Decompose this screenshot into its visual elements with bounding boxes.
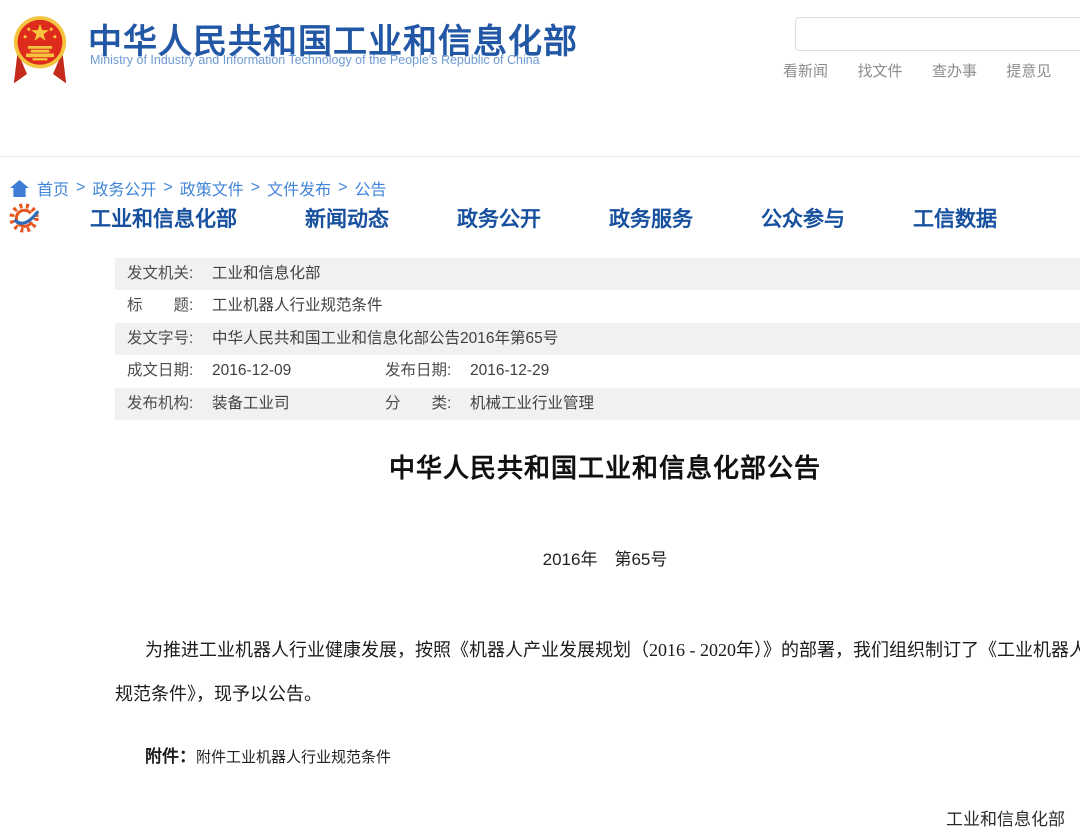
paragraph-line: 规范条件》，现予以公告。 <box>115 672 1080 716</box>
breadcrumb-separator: > <box>338 179 347 197</box>
meta-value-issuing-agency: 工业和信息化部 <box>212 265 321 282</box>
search-input[interactable] <box>795 17 1080 51</box>
table-row: 成文日期:2016-12-09 发布日期:2016-12-29 <box>115 355 1080 387</box>
meta-value-title: 工业机器人行业规范条件 <box>212 297 383 314</box>
table-row: 发文机关:工业和信息化部 <box>115 258 1080 290</box>
breadcrumb-release[interactable]: 文件发布 <box>267 176 331 200</box>
main-nav: 工业和信息化部 新闻动态 政务公开 政务服务 公众参与 工信数据 <box>0 95 1080 157</box>
nav-item-services[interactable]: 政务服务 <box>609 203 693 233</box>
document-number: 2016年 第65号 <box>115 545 1080 570</box>
quick-link-documents[interactable]: 找文件 <box>857 60 902 81</box>
meta-label-written-date: 成文日期: <box>127 355 212 387</box>
breadcrumb-notice[interactable]: 公告 <box>354 176 386 200</box>
table-row: 标 题:工业机器人行业规范条件 <box>115 290 1080 322</box>
document-meta-table: 发文机关:工业和信息化部 标 题:工业机器人行业规范条件 发文字号:中华人民共和… <box>115 258 1080 420</box>
document-content: 中华人民共和国工业和信息化部公告 2016年 第65号 为推进工业机器人行业健康… <box>115 440 1080 835</box>
nav-item-data[interactable]: 工信数据 <box>913 203 997 233</box>
meta-label-doc-number: 发文字号: <box>127 323 212 355</box>
meta-label-publish-date: 发布日期: <box>385 355 470 387</box>
meta-col2: 分 类:机械工业行业管理 <box>385 388 594 420</box>
meta-value-doc-number: 中华人民共和国工业和信息化部公告2016年第65号 <box>212 330 558 347</box>
meta-value-publisher: 装备工业司 <box>212 395 290 412</box>
paragraph-line: 为推进工业机器人行业健康发展，按照《机器人产业发展规划（2016 - 2020年… <box>115 628 1080 672</box>
nav-item-public[interactable]: 公众参与 <box>761 203 845 233</box>
nav-item-miit[interactable]: 工业和信息化部 <box>90 203 237 233</box>
page-title: 中华人民共和国工业和信息化部公告 <box>115 448 1080 485</box>
site-subtitle: Ministry of Industry and Information Tec… <box>90 53 540 67</box>
quick-link-news[interactable]: 看新闻 <box>783 60 828 81</box>
nav-items: 工业和信息化部 新闻动态 政务公开 政务服务 公众参与 工信数据 <box>90 203 997 233</box>
home-icon[interactable] <box>10 180 29 197</box>
meta-label-publisher: 发布机构: <box>127 388 212 420</box>
meta-col2: 发布日期:2016-12-29 <box>385 355 549 387</box>
breadcrumb-gov-open[interactable]: 政务公开 <box>92 176 156 200</box>
breadcrumb-separator: > <box>251 179 260 197</box>
breadcrumb-separator: > <box>76 179 85 197</box>
breadcrumb-separator: > <box>163 179 172 197</box>
attachment-row: 附件：附件工业机器人行业规范条件 <box>115 744 1080 771</box>
miit-gear-logo-icon <box>8 201 42 235</box>
attachment-link[interactable]: 附件工业机器人行业规范条件 <box>196 750 391 766</box>
breadcrumb-home[interactable]: 首页 <box>37 176 69 200</box>
attachment-label: 附件： <box>145 747 196 766</box>
signature-block: 工业和信息化部 2016年12月9日 <box>115 805 1080 835</box>
meta-value-category: 机械工业行业管理 <box>470 395 594 412</box>
document-body: 为推进工业机器人行业健康发展，按照《机器人产业发展规划（2016 - 2020年… <box>115 628 1080 716</box>
meta-value-written-date: 2016-12-09 <box>212 362 291 379</box>
quick-links: 看新闻 找文件 查办事 提意见 查数据 <box>783 60 1080 81</box>
breadcrumb-policy[interactable]: 政策文件 <box>180 176 244 200</box>
table-row: 发布机构:装备工业司 分 类:机械工业行业管理 <box>115 388 1080 420</box>
meta-label-category: 分 类: <box>385 388 470 420</box>
breadcrumb: 首页 > 政务公开 > 政策文件 > 文件发布 > 公告 <box>10 176 386 200</box>
signature-agency: 工业和信息化部 <box>115 805 1065 835</box>
nav-item-news[interactable]: 新闻动态 <box>305 203 389 233</box>
quick-link-feedback[interactable]: 提意见 <box>1006 60 1051 81</box>
nav-item-gov-open[interactable]: 政务公开 <box>457 203 541 233</box>
meta-label-title: 标 题: <box>127 290 212 322</box>
meta-label-issuing-agency: 发文机关: <box>127 258 212 290</box>
meta-value-publish-date: 2016-12-29 <box>470 362 549 379</box>
quick-link-services[interactable]: 查办事 <box>932 60 977 81</box>
national-emblem-icon <box>12 3 68 89</box>
table-row: 发文字号:中华人民共和国工业和信息化部公告2016年第65号 <box>115 323 1080 355</box>
site-header: 中华人民共和国工业和信息化部 Ministry of Industry and … <box>0 0 1080 95</box>
